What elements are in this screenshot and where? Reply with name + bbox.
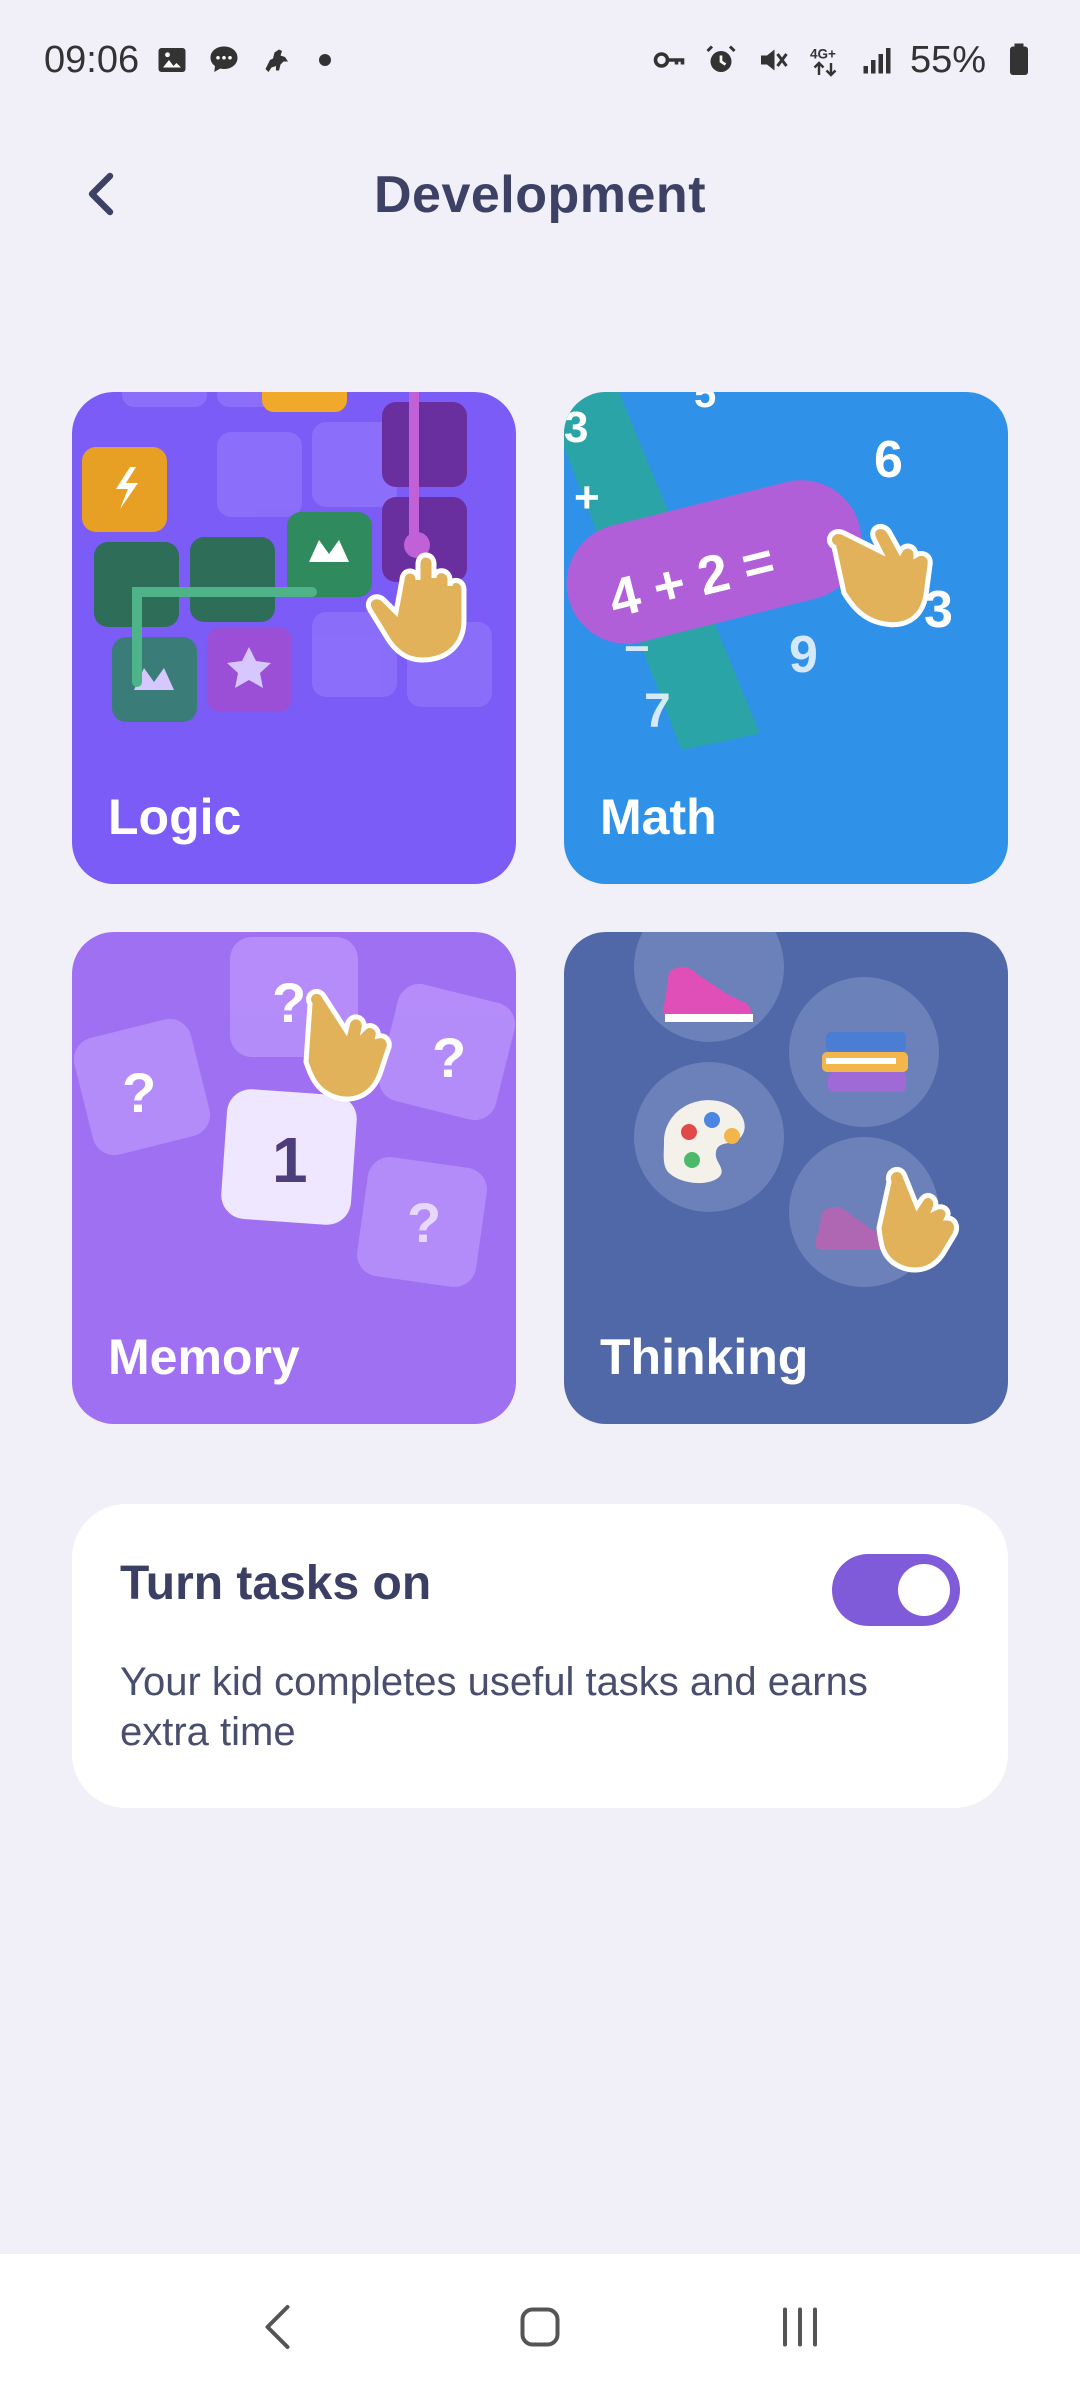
svg-text:5: 5 — [694, 392, 716, 416]
category-card-math[interactable]: 3 + = 7 5 4 + 2 = 6 3 9 Math — [564, 392, 1008, 884]
svg-text:3: 3 — [564, 403, 588, 452]
nav-back-button[interactable] — [220, 2277, 340, 2377]
vpn-key-icon — [650, 41, 688, 79]
category-grid: Logic 3 + = 7 5 4 + 2 = 6 3 9 Math — [72, 392, 1008, 1424]
page-title: Development — [373, 166, 707, 224]
svg-text:?: ? — [432, 1026, 466, 1089]
nav-home-button[interactable] — [480, 2277, 600, 2377]
nav-recents-button[interactable] — [740, 2277, 860, 2377]
battery-icon — [1000, 41, 1038, 79]
mute-icon — [754, 41, 792, 79]
dot-icon — [319, 54, 332, 66]
thinking-illustration-icon — [634, 932, 960, 1287]
game-icon — [257, 41, 295, 79]
svg-text:7: 7 — [644, 685, 671, 738]
status-right: 4G+ 55% — [650, 39, 1038, 82]
svg-text:?: ? — [122, 1061, 156, 1124]
svg-text:?: ? — [272, 971, 306, 1034]
battery-percent: 55% — [909, 38, 986, 81]
status-left: 09:06 — [44, 38, 332, 82]
logic-illustration-icon — [82, 392, 492, 722]
category-label-thinking: Thinking — [600, 1329, 809, 1385]
header: Development — [0, 140, 1080, 250]
math-illustration-icon: 3 + = 7 5 4 + 2 = 6 3 9 — [564, 392, 953, 751]
chevron-left-icon — [88, 172, 114, 216]
category-label-memory: Memory — [108, 1329, 300, 1385]
svg-text:?: ? — [407, 1191, 441, 1254]
status-bar: 09:06 4G+ 55% — [0, 0, 1080, 120]
tasks-card: Turn tasks on Your kid completes useful … — [72, 1504, 1008, 1808]
svg-text:6: 6 — [874, 431, 903, 489]
category-card-thinking[interactable]: Thinking — [564, 932, 1008, 1424]
gallery-icon — [153, 41, 191, 79]
category-label-math: Math — [600, 789, 717, 845]
tasks-toggle[interactable] — [832, 1554, 960, 1626]
category-card-logic[interactable]: Logic — [72, 392, 516, 884]
back-button[interactable] — [52, 144, 152, 244]
svg-text:9: 9 — [789, 626, 818, 684]
nav-home-icon — [520, 2307, 560, 2347]
toggle-knob — [898, 1564, 950, 1616]
svg-text:1: 1 — [272, 1124, 308, 1196]
system-nav-bar — [0, 2254, 1080, 2400]
nav-recents-icon — [783, 2307, 817, 2347]
status-time: 09:06 — [44, 38, 140, 81]
memory-illustration-icon: ? ? ? ? 1 — [73, 937, 516, 1287]
svg-text:4G+: 4G+ — [810, 47, 836, 62]
svg-text:+: + — [574, 473, 600, 522]
nav-back-icon — [265, 2305, 290, 2349]
network-4g-icon: 4G+ — [806, 41, 844, 79]
tasks-description: Your kid completes useful tasks and earn… — [120, 1660, 868, 1754]
category-card-memory[interactable]: ? ? ? ? 1 Memory — [72, 932, 516, 1424]
signal-icon — [858, 41, 896, 79]
category-label-logic: Logic — [108, 789, 242, 845]
alarm-icon — [702, 41, 740, 79]
chat-bubble-icon — [205, 41, 243, 79]
